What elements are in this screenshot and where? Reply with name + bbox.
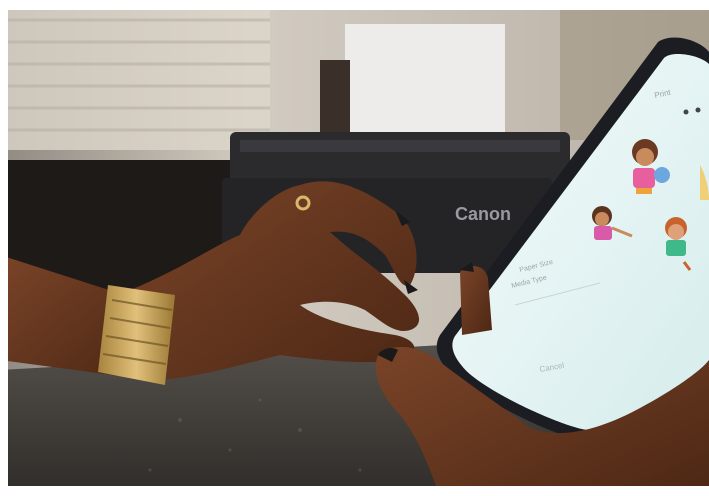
window-blinds (0, 0, 270, 150)
phone-dot-icon (683, 109, 689, 115)
photo-illustration: Canon Print Paper Size Media Type Cancel (0, 0, 709, 496)
frame-left (0, 0, 8, 496)
frame-top (0, 0, 709, 10)
printer-brand-label: Canon (455, 204, 511, 224)
frame-bottom (0, 486, 709, 496)
printer-paper (345, 24, 505, 142)
photo-scene: Canon Print Paper Size Media Type Cancel (0, 0, 709, 496)
watch-icon (98, 285, 175, 385)
phone-dot-icon (695, 107, 701, 113)
